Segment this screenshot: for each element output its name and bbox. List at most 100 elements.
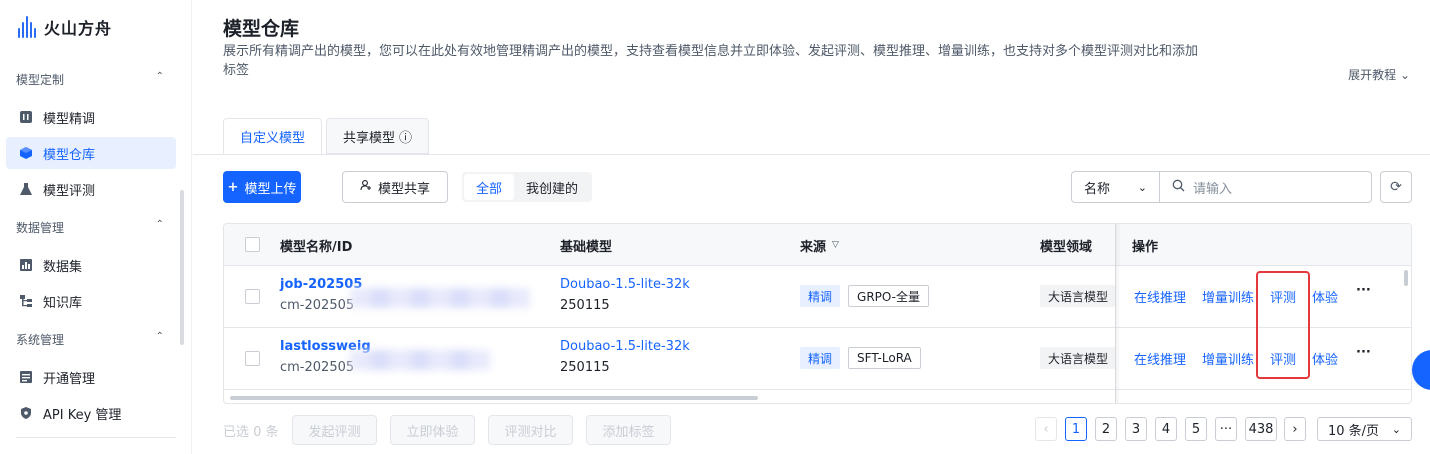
incremental-train-link[interactable]: 增量训练: [1202, 287, 1254, 306]
redacted-text: [350, 288, 530, 308]
share-user-icon: [360, 179, 372, 195]
divider: [193, 154, 1430, 155]
search-placeholder: 请输入: [1193, 181, 1233, 197]
page-last[interactable]: 438: [1245, 417, 1277, 441]
page-4[interactable]: 4: [1155, 417, 1177, 441]
button-label: 模型共享: [377, 181, 430, 197]
page-size-value: 10 条/页: [1328, 423, 1380, 439]
more-icon[interactable]: ···: [1356, 345, 1371, 360]
filter-icon[interactable]: ▽: [832, 240, 839, 250]
sidebar-item-label: 数据集: [43, 259, 83, 275]
flask-icon: [18, 182, 33, 197]
source-tag: 精调: [800, 285, 841, 307]
sidebar-item-model-repo[interactable]: 模型仓库: [6, 137, 176, 169]
base-model-link[interactable]: Doubao-1.5-lite-32k: [560, 339, 690, 354]
next-page-button[interactable]: ›: [1284, 417, 1306, 441]
app-root: 火山方舟 模型定制 ⌃ 模型精调 模型仓库 模型评测 数据管理 ⌃ 数据集 知识…: [0, 0, 1430, 454]
select-value: 名称: [1084, 181, 1111, 197]
header-name: 模型名称/ID: [280, 239, 353, 255]
sticky-column-shadow: [1115, 224, 1121, 403]
logo[interactable]: 火山方舟: [18, 14, 112, 40]
main-content: 模型仓库 展示所有精调产出的模型，您可以在此处有效地管理精调产出的模型，支持查看…: [193, 0, 1430, 454]
sidebar-item-activation[interactable]: 开通管理: [6, 361, 176, 393]
add-tag-button[interactable]: 添加标签: [586, 415, 671, 445]
online-inference-link[interactable]: 在线推理: [1134, 287, 1186, 306]
header-source: 来源 ▽: [800, 224, 839, 266]
incremental-train-link[interactable]: 增量训练: [1202, 349, 1254, 368]
sidebar-item-eval[interactable]: 模型评测: [6, 173, 176, 205]
header-domain: 模型领域: [1040, 239, 1093, 255]
chevron-down-icon: ⌄: [1137, 180, 1147, 194]
tab-bar: 自定义模型 共享模型 ⓘ: [223, 118, 433, 154]
domain-tag: 大语言模型: [1040, 285, 1117, 307]
sidebar-item-finetune[interactable]: 模型精调: [6, 101, 176, 133]
try-link[interactable]: 体验: [1312, 287, 1338, 306]
upload-model-button[interactable]: + 模型上传: [223, 171, 301, 203]
table-header: 模型名称/ID 基础模型 来源 ▽ 模型领域 操作: [224, 224, 1411, 266]
table-row: job-202505 cm-202505 Doubao-1.5-lite-32k…: [224, 266, 1411, 328]
sidebar-item-label: API Key 管理: [43, 407, 122, 423]
evaluate-highlight-box: [1256, 271, 1310, 379]
tab-label: 共享模型: [343, 130, 396, 146]
brand-name: 火山方舟: [44, 19, 113, 38]
batch-try-button[interactable]: 立即体验: [390, 415, 475, 445]
header-base-model: 基础模型: [560, 239, 613, 255]
search-input[interactable]: 请输入: [1160, 172, 1371, 202]
model-table: 模型名称/ID 基础模型 来源 ▽ 模型领域 操作 job-202505 cm-…: [223, 223, 1412, 404]
source-tags: 精调 GRPO-全量: [800, 285, 929, 307]
batch-eval-button[interactable]: 发起评测: [292, 415, 377, 445]
table-horizontal-scrollbar[interactable]: [230, 396, 758, 400]
sidebar-item-api-key[interactable]: API Key 管理: [6, 397, 176, 429]
page-title: 模型仓库: [223, 18, 300, 40]
page-ellipsis[interactable]: ···: [1215, 417, 1237, 441]
refresh-icon: ⟳: [1390, 179, 1402, 195]
page-5[interactable]: 5: [1185, 417, 1207, 441]
sidebar-item-knowledge[interactable]: 知识库: [6, 285, 176, 317]
filter-mine[interactable]: 我创建的: [514, 174, 590, 200]
base-model-link[interactable]: Doubao-1.5-lite-32k: [560, 277, 690, 292]
group-model-custom[interactable]: 模型定制 ⌃: [16, 71, 164, 88]
page-size-select[interactable]: 10 条/页 ⌄: [1317, 417, 1412, 441]
try-link[interactable]: 体验: [1312, 349, 1338, 368]
page-3[interactable]: 3: [1125, 417, 1147, 441]
source-tags: 精调 SFT-LoRA: [800, 347, 921, 369]
list-icon: [18, 370, 33, 385]
eval-compare-button[interactable]: 评测对比: [488, 415, 573, 445]
prev-page-button[interactable]: ‹: [1035, 417, 1057, 441]
model-id: cm-202505: [280, 298, 355, 313]
domain-cell: 大语言模型: [1040, 285, 1117, 307]
sidebar-item-dataset[interactable]: 数据集: [6, 249, 176, 281]
domain-tag: 大语言模型: [1040, 347, 1117, 369]
select-all-checkbox[interactable]: [245, 237, 260, 252]
group-data-mgmt[interactable]: 数据管理 ⌃: [16, 219, 164, 236]
floating-assistant-button[interactable]: [1412, 350, 1430, 390]
chevron-up-icon: ⌃: [155, 331, 164, 342]
source-tag: 精调: [800, 347, 841, 369]
page-2[interactable]: 2: [1095, 417, 1117, 441]
row-checkbox[interactable]: [245, 351, 260, 366]
expand-tutorial-link[interactable]: 展开教程 ⌄: [1348, 66, 1410, 83]
tab-shared-models[interactable]: 共享模型 ⓘ: [326, 118, 430, 154]
domain-cell: 大语言模型: [1040, 347, 1117, 369]
table-vertical-scrollbar[interactable]: [1404, 270, 1408, 286]
sidebar-item-label: 知识库: [43, 295, 83, 311]
search-box: 名称 ⌄ 请输入: [1071, 171, 1372, 203]
more-icon[interactable]: ···: [1356, 283, 1371, 298]
search-field-select[interactable]: 名称 ⌄: [1072, 172, 1160, 202]
sidebar-scrollbar[interactable]: [180, 190, 184, 345]
row-checkbox[interactable]: [245, 289, 260, 304]
sidebar-item-label: 模型评测: [43, 183, 96, 199]
online-inference-link[interactable]: 在线推理: [1134, 349, 1186, 368]
tab-custom-models[interactable]: 自定义模型: [223, 118, 323, 154]
page-1[interactable]: 1: [1065, 417, 1087, 441]
tab-label: 自定义模型: [240, 130, 306, 146]
refresh-button[interactable]: ⟳: [1380, 171, 1412, 203]
info-icon: ⓘ: [399, 130, 413, 146]
group-system-mgmt[interactable]: 系统管理 ⌃: [16, 331, 164, 348]
search-icon: [1172, 179, 1185, 196]
redacted-text: [350, 350, 490, 370]
share-model-button[interactable]: 模型共享: [342, 171, 448, 203]
filter-all[interactable]: 全部: [464, 174, 515, 200]
shield-icon: [18, 406, 33, 421]
sidebar-item-label: 模型仓库: [43, 147, 96, 163]
